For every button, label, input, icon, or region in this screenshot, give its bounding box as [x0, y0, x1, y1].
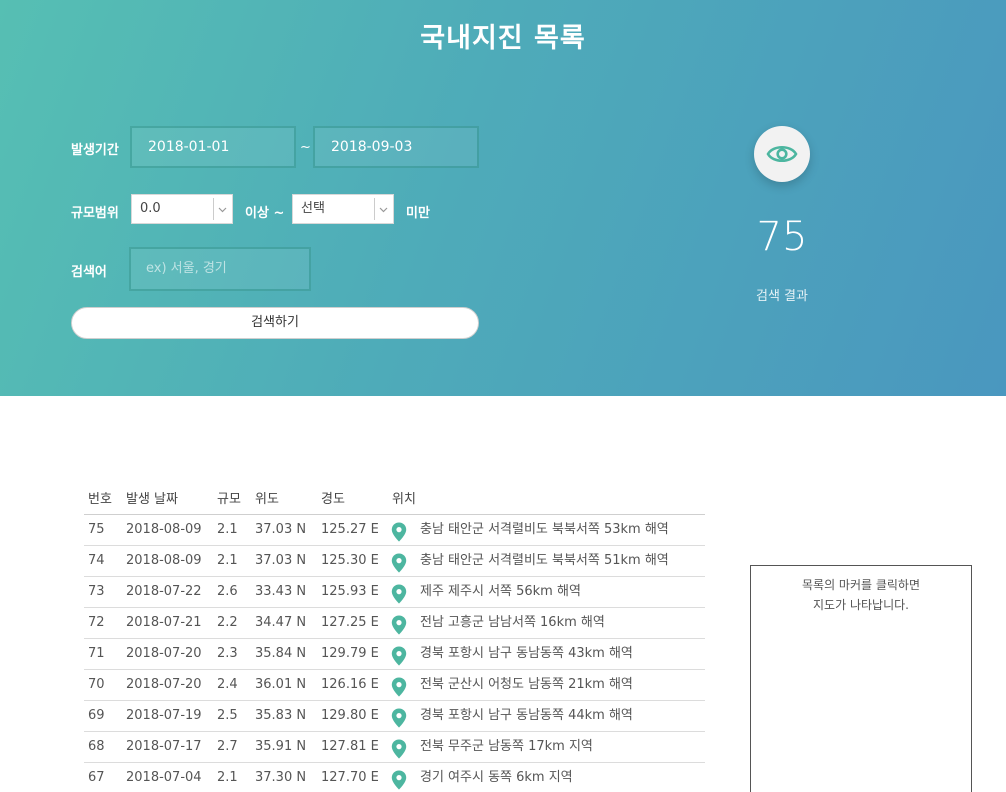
row-magnitude: 2.6 [217, 584, 238, 599]
table-row: 74 2018-08-09 2.1 37.03 N 125.30 E 충남 태안군 서격렬… [84, 546, 705, 577]
row-location: 충남 태안군 서격렬비도 북북서쪽 51km 해역 [420, 553, 669, 568]
map-hint-line2: 지도가 나타납니다. [813, 598, 909, 612]
row-date: 2018-07-17 [126, 739, 202, 754]
row-latitude: 37.30 N [255, 770, 307, 785]
row-latitude: 35.83 N [255, 708, 307, 723]
magnitude-max-select[interactable]: 선택 [292, 194, 394, 224]
row-latitude: 37.03 N [255, 553, 307, 568]
row-number: 69 [88, 708, 105, 723]
row-latitude: 35.91 N [255, 739, 307, 754]
row-date: 2018-07-20 [126, 677, 202, 692]
row-magnitude: 2.7 [217, 739, 238, 754]
row-number: 74 [88, 553, 105, 568]
row-location: 제주 제주시 서쪽 56km 해역 [420, 584, 581, 599]
row-date: 2018-07-22 [126, 584, 202, 599]
row-latitude: 35.84 N [255, 646, 307, 661]
eye-icon [766, 145, 798, 163]
row-magnitude: 2.1 [217, 553, 238, 568]
below-label: 미만 [406, 206, 430, 221]
table-row: 73 2018-07-22 2.6 33.43 N 125.93 E 제주 제주시 서쪽 … [84, 577, 705, 608]
row-number: 70 [88, 677, 105, 692]
table-row: 68 2018-07-17 2.7 35.91 N 127.81 E 전북 무주군 남동쪽… [84, 732, 705, 763]
row-magnitude: 2.4 [217, 677, 238, 692]
result-label: 검색 결과 [756, 289, 808, 304]
row-magnitude: 2.5 [217, 708, 238, 723]
row-number: 73 [88, 584, 105, 599]
row-location: 전북 무주군 남동쪽 17km 지역 [420, 739, 593, 754]
col-header-latitude: 위도 [255, 492, 279, 507]
page-title: 국내지진 목록 [420, 23, 586, 54]
row-location: 경북 포항시 남구 동남동쪽 44km 해역 [420, 708, 633, 723]
row-latitude: 33.43 N [255, 584, 307, 599]
row-magnitude: 2.1 [217, 770, 238, 785]
row-date: 2018-07-21 [126, 615, 202, 630]
row-longitude: 129.80 E [321, 708, 379, 723]
row-date: 2018-07-04 [126, 770, 202, 785]
row-longitude: 129.79 E [321, 646, 379, 661]
row-magnitude: 2.2 [217, 615, 238, 630]
table-row: 75 2018-08-09 2.1 37.03 N 125.27 E 충남 태안군 서격렬… [84, 515, 705, 546]
row-longitude: 127.25 E [321, 615, 379, 630]
col-header-magnitude: 규모 [217, 492, 241, 507]
col-header-location: 위치 [392, 492, 416, 507]
end-date-input[interactable]: 2018-09-03 [313, 126, 479, 168]
row-longitude: 125.30 E [321, 553, 379, 568]
table-row: 72 2018-07-21 2.2 34.47 N 127.25 E 전남 고흥군 남남서… [84, 608, 705, 639]
magnitude-label: 규모범위 [71, 206, 119, 221]
row-longitude: 125.27 E [321, 522, 379, 537]
row-longitude: 125.93 E [321, 584, 379, 599]
row-latitude: 37.03 N [255, 522, 307, 537]
earthquake-table: 번호 발생 날짜 규모 위도 경도 위치 75 2018-08-09 2.1 37.0… [84, 486, 705, 792]
row-location: 전북 군산시 어청도 남동쪽 21km 해역 [420, 677, 633, 692]
row-date: 2018-07-19 [126, 708, 202, 723]
row-longitude: 126.16 E [321, 677, 379, 692]
keyword-input[interactable]: ex) 서울, 경기 [129, 247, 311, 291]
magnitude-max-value: 선택 [301, 201, 325, 216]
row-number: 71 [88, 646, 105, 661]
row-location: 경북 포항시 남구 동남동쪽 43km 해역 [420, 646, 633, 661]
period-label: 발생기간 [71, 143, 119, 158]
chevron-down-icon [218, 207, 227, 213]
table-row: 67 2018-07-04 2.1 37.30 N 127.70 E 경기 여주시 동쪽 … [84, 763, 705, 792]
col-header-longitude: 경도 [321, 492, 345, 507]
magnitude-min-select[interactable]: 0.0 [131, 194, 233, 224]
row-date: 2018-08-09 [126, 553, 202, 568]
above-label: 이상 ~ [245, 206, 285, 221]
table-row: 69 2018-07-19 2.5 35.83 N 129.80 E 경북 포항시 남구 … [84, 701, 705, 732]
row-date: 2018-07-20 [126, 646, 202, 661]
chevron-down-icon [379, 207, 388, 213]
result-badge [754, 126, 810, 182]
map-marker-icon[interactable] [391, 770, 407, 792]
row-latitude: 34.47 N [255, 615, 307, 630]
table-row: 71 2018-07-20 2.3 35.84 N 129.79 E 경북 포항시 남구 … [84, 639, 705, 670]
period-separator: ~ [300, 140, 311, 155]
row-date: 2018-08-09 [126, 522, 202, 537]
row-location: 충남 태안군 서격렬비도 북북서쪽 53km 해역 [420, 522, 669, 537]
row-number: 75 [88, 522, 105, 537]
col-header-no: 번호 [88, 492, 112, 507]
search-button[interactable]: 검색하기 [71, 307, 479, 339]
map-hint-line1: 목록의 마커를 클릭하면 [801, 578, 921, 592]
row-latitude: 36.01 N [255, 677, 307, 692]
row-number: 68 [88, 739, 105, 754]
row-longitude: 127.81 E [321, 739, 379, 754]
result-count: 75 [756, 214, 808, 260]
row-number: 72 [88, 615, 105, 630]
map-panel: 목록의 마커를 클릭하면 지도가 나타납니다. [750, 565, 972, 792]
row-longitude: 127.70 E [321, 770, 379, 785]
row-magnitude: 2.1 [217, 522, 238, 537]
col-header-date: 발생 날짜 [126, 492, 178, 507]
search-header: 국내지진 목록 발생기간 2018-01-01 ~ 2018-09-03 규모범… [0, 0, 1006, 396]
table-row: 70 2018-07-20 2.4 36.01 N 126.16 E 전북 군산시 어청도… [84, 670, 705, 701]
row-number: 67 [88, 770, 105, 785]
table-header: 번호 발생 날짜 규모 위도 경도 위치 [84, 486, 705, 515]
row-location: 전남 고흥군 남남서쪽 16km 해역 [420, 615, 605, 630]
keyword-label: 검색어 [71, 265, 107, 280]
magnitude-min-value: 0.0 [140, 201, 161, 216]
start-date-input[interactable]: 2018-01-01 [130, 126, 296, 168]
row-location: 경기 여주시 동쪽 6km 지역 [420, 770, 573, 785]
row-magnitude: 2.3 [217, 646, 238, 661]
